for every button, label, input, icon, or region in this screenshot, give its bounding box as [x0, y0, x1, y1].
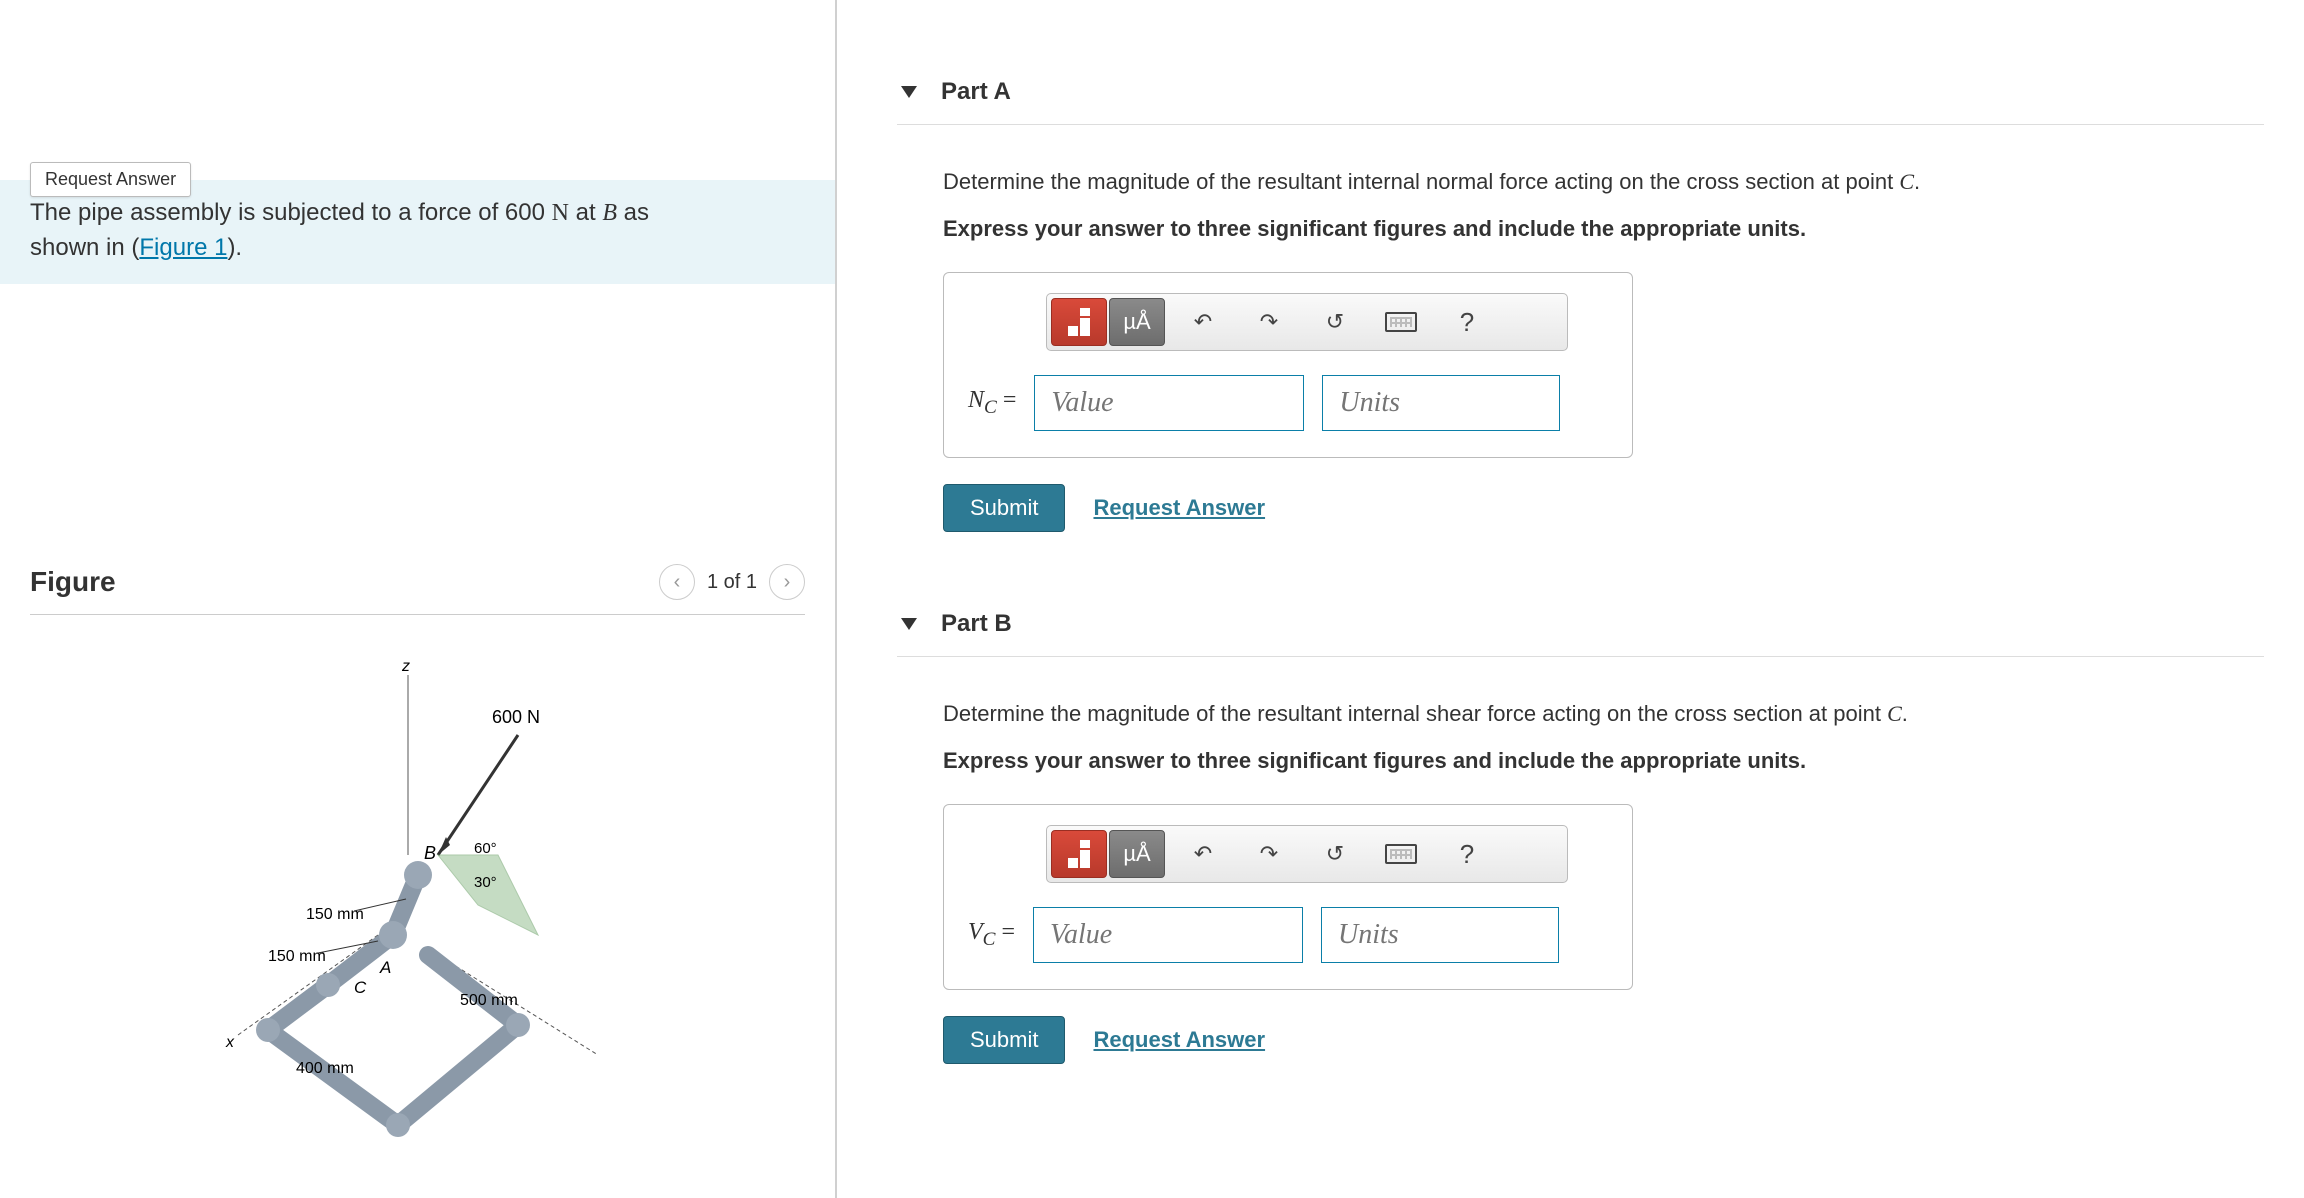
- axis-z-label: z: [401, 658, 410, 675]
- part-a-prompt-post: .: [1914, 169, 1920, 194]
- part-b-actions: Submit Request Answer: [943, 1016, 2264, 1064]
- angle-30: 30°: [474, 874, 497, 891]
- figure-section: Figure ‹ 1 of 1 › z x 600 N 60°: [0, 564, 835, 1175]
- problem-line-1a: The pipe assembly is subjected to a forc…: [30, 199, 552, 226]
- figure-link[interactable]: Figure 1: [139, 234, 227, 261]
- problem-statement: Request Answer The pipe assembly is subj…: [0, 180, 835, 284]
- templates-icon[interactable]: [1051, 830, 1107, 878]
- figure-header: Figure ‹ 1 of 1 ›: [30, 564, 805, 615]
- part-a: Part A Determine the magnitude of the re…: [897, 60, 2264, 532]
- part-b-variable-label: VC =: [968, 919, 1015, 951]
- part-a-title: Part A: [941, 78, 1011, 106]
- part-b: Part B Determine the magnitude of the re…: [897, 592, 2264, 1064]
- part-b-value-input[interactable]: [1033, 907, 1303, 963]
- figure-title: Figure: [30, 566, 116, 598]
- part-b-prompt-pre: Determine the magnitude of the resultant…: [943, 701, 1887, 726]
- part-a-prompt-pre: Determine the magnitude of the resultant…: [943, 169, 1899, 194]
- part-b-title: Part B: [941, 610, 1012, 638]
- part-b-prompt-post: .: [1902, 701, 1908, 726]
- dim-150a: 150 mm: [306, 906, 364, 923]
- figure-next-button[interactable]: ›: [769, 564, 805, 600]
- figure-prev-button[interactable]: ‹: [659, 564, 695, 600]
- part-a-prompt: Determine the magnitude of the resultant…: [943, 165, 2264, 198]
- point-a: A: [379, 958, 391, 977]
- part-b-prompt: Determine the magnitude of the resultant…: [943, 697, 2264, 730]
- keyboard-icon[interactable]: [1373, 830, 1429, 878]
- part-b-submit-button[interactable]: Submit: [943, 1016, 1065, 1064]
- part-a-value-input[interactable]: [1034, 375, 1304, 431]
- collapse-icon: [901, 86, 917, 98]
- figure-pager-text: 1 of 1: [707, 571, 757, 594]
- undo-icon[interactable]: ↶: [1175, 298, 1231, 346]
- keyboard-icon[interactable]: [1373, 298, 1429, 346]
- problem-line-2a: shown in (: [30, 234, 139, 261]
- part-a-var: N: [968, 387, 984, 413]
- part-a-answer-block: µÅ ↶ ↷ ↺ ? NC =: [943, 272, 1633, 458]
- part-a-equals: =: [997, 387, 1017, 413]
- part-b-prompt-point: C: [1887, 701, 1902, 726]
- problem-text: The pipe assembly is subjected to a forc…: [30, 196, 805, 264]
- part-a-units-input[interactable]: [1322, 375, 1560, 431]
- redo-icon[interactable]: ↷: [1241, 298, 1297, 346]
- part-b-units-input[interactable]: [1321, 907, 1559, 963]
- problem-point-b: B: [602, 200, 617, 226]
- part-b-value-row: VC =: [968, 907, 1608, 963]
- part-a-toolbar: µÅ ↶ ↷ ↺ ?: [1046, 293, 1568, 351]
- left-pane: Request Answer The pipe assembly is subj…: [0, 0, 835, 1198]
- part-b-toolbar: µÅ ↶ ↷ ↺ ?: [1046, 825, 1568, 883]
- part-b-var: V: [968, 919, 983, 945]
- point-c: C: [354, 978, 367, 997]
- part-a-actions: Submit Request Answer: [943, 484, 2264, 532]
- problem-line-1c: as: [617, 199, 649, 226]
- figure-image: z x 600 N 60° 30° B: [30, 655, 805, 1175]
- problem-line-1b: at: [569, 199, 602, 226]
- undo-icon[interactable]: ↶: [1175, 830, 1231, 878]
- problem-force-unit: N: [552, 200, 569, 226]
- units-picker-button[interactable]: µÅ: [1109, 298, 1165, 346]
- help-icon[interactable]: ?: [1439, 298, 1495, 346]
- dim-500: 500 mm: [460, 992, 518, 1009]
- part-b-header[interactable]: Part B: [897, 592, 2264, 657]
- part-b-request-answer-link[interactable]: Request Answer: [1093, 1027, 1265, 1053]
- redo-icon[interactable]: ↷: [1241, 830, 1297, 878]
- part-b-answer-block: µÅ ↶ ↷ ↺ ? VC =: [943, 804, 1633, 990]
- part-b-equals: =: [995, 919, 1015, 945]
- collapse-icon: [901, 618, 917, 630]
- right-pane: Part A Determine the magnitude of the re…: [837, 0, 2304, 1198]
- request-answer-button-top[interactable]: Request Answer: [30, 162, 191, 197]
- problem-line-2b: ).: [227, 234, 242, 261]
- point-b: B: [424, 843, 436, 863]
- dim-150b: 150 mm: [268, 948, 326, 965]
- reset-icon[interactable]: ↺: [1307, 830, 1363, 878]
- part-a-prompt-point: C: [1899, 169, 1914, 194]
- axis-x-label: x: [225, 1034, 235, 1051]
- angle-60: 60°: [474, 840, 497, 857]
- part-b-var-sub: C: [983, 929, 996, 950]
- part-a-submit-button[interactable]: Submit: [943, 484, 1065, 532]
- part-a-header[interactable]: Part A: [897, 60, 2264, 125]
- help-icon[interactable]: ?: [1439, 830, 1495, 878]
- units-picker-button[interactable]: µÅ: [1109, 830, 1165, 878]
- part-a-var-sub: C: [984, 397, 997, 418]
- part-a-instruction: Express your answer to three significant…: [943, 216, 2264, 242]
- figure-pager: ‹ 1 of 1 ›: [659, 564, 805, 600]
- part-a-value-row: NC =: [968, 375, 1608, 431]
- templates-icon[interactable]: [1051, 298, 1107, 346]
- dim-400: 400 mm: [296, 1060, 354, 1077]
- force-label: 600 N: [492, 707, 540, 727]
- part-a-request-answer-link[interactable]: Request Answer: [1093, 495, 1265, 521]
- figure-svg: z x 600 N 60° 30° B: [178, 655, 658, 1175]
- part-a-variable-label: NC =: [968, 387, 1016, 419]
- reset-icon[interactable]: ↺: [1307, 298, 1363, 346]
- part-b-instruction: Express your answer to three significant…: [943, 748, 2264, 774]
